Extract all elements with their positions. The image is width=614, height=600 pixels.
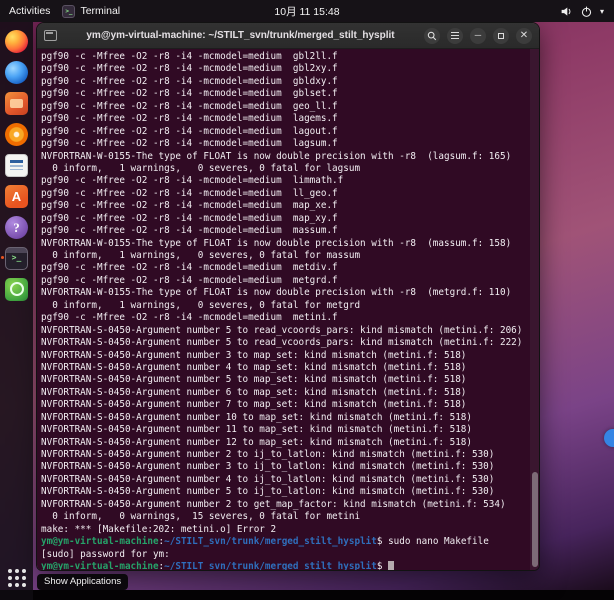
maximize-icon (498, 33, 504, 39)
terminal-scrollbar[interactable] (530, 49, 539, 570)
terminal-line: NVFORTRAN-S-0450-Argument number 4 to ij… (41, 474, 527, 486)
terminal-line: pgf90 -c -Mfree -O2 -r8 -i4 -mcmodel=med… (41, 126, 527, 138)
thunderbird-icon (5, 61, 28, 84)
terminal-line: pgf90 -c -Mfree -O2 -r8 -i4 -mcmodel=med… (41, 88, 527, 100)
terminal-line: 0 inform, 1 warnings, 0 severes, 0 fatal… (41, 163, 527, 175)
focused-app-indicator[interactable]: >_ Terminal (62, 5, 120, 18)
dock-item-help[interactable]: ? (4, 214, 30, 240)
terminal-line: 0 inform, 0 warnings, 15 severes, 0 fata… (41, 511, 527, 523)
terminal-line: pgf90 -c -Mfree -O2 -r8 -i4 -mcmodel=med… (41, 275, 527, 287)
bottom-strip (0, 590, 614, 600)
terminal-window-title: ym@ym-virtual-machine: ~/STILT_svn/trunk… (64, 30, 417, 41)
terminal-line: ym@ym-virtual-machine:~/STILT_svn/trunk/… (41, 561, 527, 570)
terminal-line: pgf90 -c -Mfree -O2 -r8 -i4 -mcmodel=med… (41, 113, 527, 125)
desktop: Activities >_ Terminal 10月 11 15:48 ▾ A … (0, 0, 614, 600)
dock: A ? >_ (0, 22, 33, 600)
caret-down-icon: ▾ (600, 7, 604, 16)
terminal-line: NVFORTRAN-S-0450-Argument number 5 to ma… (41, 374, 527, 386)
terminal-headerbar[interactable]: ym@ym-virtual-machine: ~/STILT_svn/trunk… (37, 23, 539, 49)
volume-icon (560, 5, 573, 18)
libreoffice-writer-icon (5, 154, 28, 177)
terminal-line: pgf90 -c -Mfree -O2 -r8 -i4 -mcmodel=med… (41, 200, 527, 212)
rhythmbox-icon (5, 123, 28, 146)
terminal-line: NVFORTRAN-S-0450-Argument number 6 to ma… (41, 387, 527, 399)
terminal-line: NVFORTRAN-S-0450-Argument number 3 to ma… (41, 350, 527, 362)
power-icon (580, 5, 593, 18)
terminal-line: pgf90 -c -Mfree -O2 -r8 -i4 -mcmodel=med… (41, 225, 527, 237)
terminal-icon: >_ (5, 247, 28, 270)
terminal-line: NVFORTRAN-S-0450-Argument number 3 to ij… (41, 461, 527, 473)
terminal-line: make: *** [Makefile:202: metini.o] Error… (41, 524, 527, 536)
close-button[interactable]: ✕ (516, 28, 532, 44)
terminal-line: pgf90 -c -Mfree -O2 -r8 -i4 -mcmodel=med… (41, 312, 527, 324)
menu-button[interactable] (447, 28, 463, 44)
dock-item-terminal[interactable]: >_ (4, 245, 30, 271)
hamburger-icon (451, 32, 459, 40)
terminal-line: NVFORTRAN-W-0155-The type of FLOAT is no… (41, 287, 527, 299)
terminal-app-icon: >_ (62, 5, 75, 18)
dock-item-files[interactable] (4, 90, 30, 116)
terminal-line: NVFORTRAN-S-0450-Argument number 2 to ge… (41, 499, 527, 511)
terminal-line: NVFORTRAN-S-0450-Argument number 2 to ij… (41, 449, 527, 461)
firefox-icon (5, 30, 28, 53)
terminal-line: NVFORTRAN-S-0450-Argument number 5 to re… (41, 337, 527, 349)
terminal-line: pgf90 -c -Mfree -O2 -r8 -i4 -mcmodel=med… (41, 101, 527, 113)
terminal-line: pgf90 -c -Mfree -O2 -r8 -i4 -mcmodel=med… (41, 63, 527, 75)
terminal-line: pgf90 -c -Mfree -O2 -r8 -i4 -mcmodel=med… (41, 51, 527, 63)
search-button[interactable] (424, 28, 440, 44)
terminal-line: NVFORTRAN-S-0450-Argument number 5 to re… (41, 325, 527, 337)
terminal-line: pgf90 -c -Mfree -O2 -r8 -i4 -mcmodel=med… (41, 175, 527, 187)
dock-item-ubuntu-software[interactable]: A (4, 183, 30, 209)
software-updater-icon (5, 278, 28, 301)
terminal-line: NVFORTRAN-S-0450-Argument number 5 to ij… (41, 486, 527, 498)
search-icon (427, 31, 437, 41)
dock-item-libreoffice-writer[interactable] (4, 152, 30, 178)
terminal-line: pgf90 -c -Mfree -O2 -r8 -i4 -mcmodel=med… (41, 213, 527, 225)
scrollbar-thumb[interactable] (532, 472, 538, 567)
help-icon: ? (5, 216, 28, 239)
files-icon (5, 92, 28, 115)
clock[interactable]: 10月 11 15:48 (274, 4, 339, 19)
dock-item-software-updater[interactable] (4, 276, 30, 302)
terminal-line: NVFORTRAN-S-0450-Argument number 11 to m… (41, 424, 527, 436)
terminal-line: pgf90 -c -Mfree -O2 -r8 -i4 -mcmodel=med… (41, 262, 527, 274)
minimize-button[interactable]: ─ (470, 28, 486, 44)
activities-button[interactable]: Activities (9, 5, 50, 17)
terminal-line: NVFORTRAN-S-0450-Argument number 10 to m… (41, 412, 527, 424)
focused-app-name: Terminal (80, 5, 120, 17)
dock-item-thunderbird[interactable] (4, 59, 30, 85)
terminal-line: 0 inform, 1 warnings, 0 severes, 0 fatal… (41, 250, 527, 262)
terminal-line: pgf90 -c -Mfree -O2 -r8 -i4 -mcmodel=med… (41, 188, 527, 200)
ubuntu-software-icon: A (5, 185, 28, 208)
maximize-button[interactable] (493, 28, 509, 44)
terminal-line: NVFORTRAN-S-0450-Argument number 4 to ma… (41, 362, 527, 374)
terminal-line: NVFORTRAN-W-0155-The type of FLOAT is no… (41, 238, 527, 250)
screen-edge-blue-circle[interactable] (604, 429, 614, 447)
terminal-line: [sudo] password for ym: (41, 549, 527, 561)
terminal-line: pgf90 -c -Mfree -O2 -r8 -i4 -mcmodel=med… (41, 138, 527, 150)
terminal-line: NVFORTRAN-S-0450-Argument number 12 to m… (41, 437, 527, 449)
dock-item-rhythmbox[interactable] (4, 121, 30, 147)
terminal-line: NVFORTRAN-S-0450-Argument number 7 to ma… (41, 399, 527, 411)
terminal-line: ym@ym-virtual-machine:~/STILT_svn/trunk/… (41, 536, 527, 548)
top-bar: Activities >_ Terminal 10月 11 15:48 ▾ (0, 0, 614, 22)
terminal-window: ym@ym-virtual-machine: ~/STILT_svn/trunk… (36, 22, 540, 571)
show-applications-icon (8, 569, 26, 587)
terminal-line: 0 inform, 1 warnings, 0 severes, 0 fatal… (41, 300, 527, 312)
show-applications-tooltip: Show Applications (37, 574, 128, 590)
system-tray[interactable]: ▾ (560, 5, 614, 18)
dock-item-firefox[interactable] (4, 28, 30, 54)
terminal-tab-icon[interactable] (44, 30, 57, 41)
terminal-line: pgf90 -c -Mfree -O2 -r8 -i4 -mcmodel=med… (41, 76, 527, 88)
show-applications-button[interactable] (4, 565, 30, 591)
terminal-output[interactable]: pgf90 -c -Mfree -O2 -r8 -i4 -mcmodel=med… (37, 49, 539, 570)
terminal-line: NVFORTRAN-W-0155-The type of FLOAT is no… (41, 151, 527, 163)
